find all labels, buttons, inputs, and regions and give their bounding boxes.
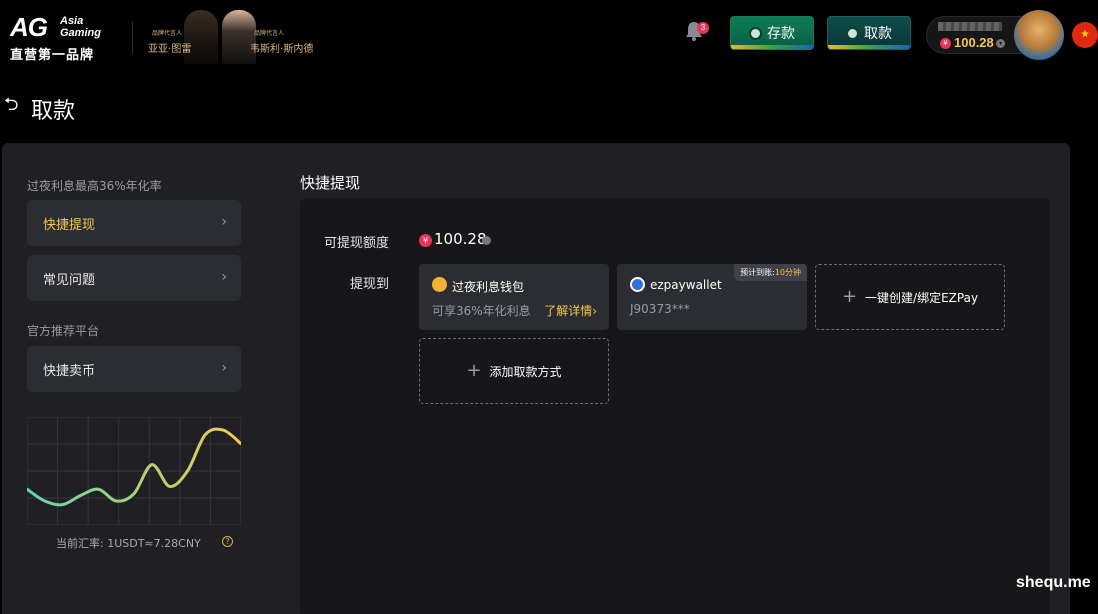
- withdraw-button[interactable]: 取款: [827, 16, 911, 50]
- interest-wallet-card[interactable]: 过夜利息钱包 可享36%年化利息 了解详情›: [419, 264, 609, 330]
- ambassador-role-1: 品牌代言人: [152, 31, 183, 37]
- logo-slogan: 直营第一品牌: [10, 47, 95, 62]
- username-masked: [938, 22, 1002, 31]
- top-header: AG Asia Gaming 直营第一品牌 品牌代言人 亚亚·图雷 品牌代言人 …: [0, 0, 1098, 68]
- header-divider: [132, 22, 133, 54]
- sidebar-caption-interest: 过夜利息最高36%年化率: [27, 179, 162, 193]
- brand-logo[interactable]: AG Asia Gaming 直营第一品牌: [10, 12, 120, 62]
- eta-prefix: 预计到账:: [740, 268, 775, 277]
- chevron-right-icon: ›: [221, 360, 227, 376]
- notification-badge: 3: [697, 22, 709, 34]
- header-balance: 100.28: [954, 35, 994, 50]
- chevron-right-icon: ›: [221, 269, 227, 285]
- balance-dropdown-icon[interactable]: ▾: [996, 39, 1005, 48]
- watermark: shequ.me: [1016, 574, 1091, 591]
- learn-more-link[interactable]: 了解详情›: [544, 302, 597, 319]
- deposit-button[interactable]: 存款: [730, 16, 814, 50]
- ezpay-icon: [630, 277, 645, 292]
- chevron-right-icon: ›: [221, 214, 227, 230]
- add-withdraw-method-button[interactable]: + 添加取款方式: [419, 338, 609, 404]
- deposit-icon: [749, 26, 762, 40]
- bind-ezpay-button[interactable]: + 一键创建/绑定EZPay: [815, 264, 1005, 330]
- bind-ezpay-label: 一键创建/绑定EZPay: [865, 290, 979, 305]
- sidebar-item-quick-sell-coin[interactable]: 快捷卖币 ›: [27, 346, 241, 392]
- card-sub: 可享36%年化利息: [432, 304, 531, 318]
- card-name: ezpaywallet: [650, 278, 722, 292]
- logo-mark: AG: [10, 12, 48, 42]
- card-sub: J90373***: [630, 302, 690, 316]
- wallet-icon: [432, 277, 447, 292]
- ambassador-photo-2: [222, 10, 256, 64]
- eta-badge: 预计到账:10分钟: [734, 264, 807, 281]
- sidebar-item-label: 快捷提现: [43, 217, 96, 233]
- page-title: 取款: [31, 99, 76, 124]
- plus-icon: +: [841, 286, 858, 307]
- ambassador-role-2: 品牌代言人: [254, 31, 285, 37]
- sidebar-item-label: 快捷卖币: [43, 363, 96, 379]
- ambassador-name-2: 韦斯利·斯内德: [250, 44, 314, 55]
- logo-sub-line1: Asia: [60, 15, 84, 27]
- ambassador-photo-1: [184, 10, 218, 64]
- sidebar-caption-platform: 官方推荐平台: [27, 324, 100, 338]
- ambassador-banner: 品牌代言人 亚亚·图雷 品牌代言人 韦斯利·斯内德: [146, 8, 313, 66]
- exchange-rate-text: 当前汇率: 1USDT≈7.28CNY: [56, 537, 201, 550]
- plus-icon: +: [466, 360, 482, 381]
- card-name: 过夜利息钱包: [452, 280, 525, 294]
- withdraw-label: 取款: [864, 26, 892, 42]
- sidebar-item-label: 常见问题: [43, 272, 96, 288]
- section-title: 快捷提现: [300, 174, 361, 192]
- china-flag-icon[interactable]: ★: [1072, 22, 1098, 48]
- cny-icon: ¥: [419, 234, 432, 247]
- ezpay-wallet-card[interactable]: ezpaywallet J90373*** 预计到账:10分钟: [617, 264, 807, 330]
- sidebar-item-quick-withdraw[interactable]: 快捷提现 ›: [27, 200, 241, 246]
- cny-icon: ¥: [940, 38, 951, 49]
- logo-subtitle: Asia Gaming: [60, 15, 101, 39]
- ambassador-name-1: 亚亚·图雷: [148, 44, 192, 55]
- deposit-label: 存款: [767, 26, 795, 42]
- rate-curve-line: [27, 427, 241, 507]
- amount-info-icon[interactable]: [482, 236, 491, 245]
- exchange-rate-chart: [27, 417, 241, 525]
- eta-value: 10分钟: [774, 268, 801, 277]
- withdraw-form: [300, 198, 1050, 614]
- help-icon[interactable]: ?: [222, 536, 233, 547]
- back-arrow-icon[interactable]: ⮌: [4, 96, 22, 114]
- add-method-label: 添加取款方式: [489, 364, 562, 379]
- available-label: 可提现额度: [324, 236, 390, 251]
- avatar[interactable]: [1014, 10, 1064, 60]
- available-amount: 100.28: [434, 230, 487, 248]
- logo-sub-line2: Gaming: [60, 27, 101, 39]
- withdraw-icon: [846, 26, 859, 40]
- sidebar-item-faq[interactable]: 常见问题 ›: [27, 255, 241, 301]
- withdraw-to-label: 提现到: [350, 277, 390, 292]
